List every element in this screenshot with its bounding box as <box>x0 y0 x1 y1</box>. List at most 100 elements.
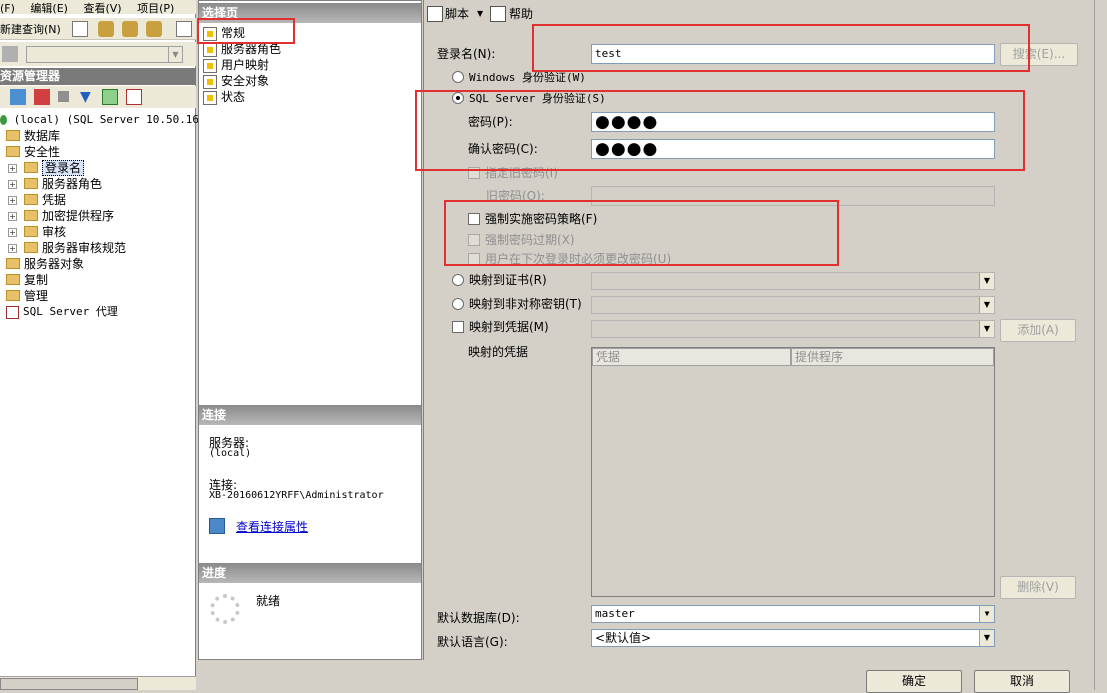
server-node[interactable]: (local) (SQL Server 10.50.1600 <box>0 112 212 128</box>
folder-icon <box>6 146 20 157</box>
delete-credential-button[interactable]: 删除(V) <box>1000 576 1076 599</box>
grid-header-provider[interactable]: 提供程序 <box>791 348 994 366</box>
xmla-query-icon[interactable] <box>146 21 162 37</box>
tree-node-label: 安全性 <box>24 145 61 159</box>
default-language-label: 默认语言(G): <box>437 635 508 649</box>
map-asymmetric-key-radio[interactable]: 映射到非对称密钥(T) <box>452 296 582 312</box>
page-securables[interactable]: 安全对象 <box>203 73 269 89</box>
tree-node-management[interactable]: 管理 <box>6 288 48 304</box>
page-user-mapping[interactable]: 用户映射 <box>203 57 269 73</box>
menu-project[interactable]: 项目(P) <box>137 0 174 14</box>
tree-node-crypto-providers[interactable]: + 加密提供程序 <box>8 208 114 224</box>
disconnect-icon[interactable] <box>34 89 50 105</box>
tree-node-databases[interactable]: 数据库 <box>6 128 60 144</box>
expand-icon[interactable]: + <box>8 228 17 237</box>
script-dropdown-icon[interactable]: ▼ <box>477 3 483 25</box>
help-icon <box>490 6 506 22</box>
certificate-combo[interactable]: ▼ <box>591 272 995 290</box>
windows-auth-radio[interactable]: Windows 身份验证(W) <box>452 70 586 86</box>
dialog-page-panel: 选择页 常规 服务器角色 用户映射 安全对象 状态 连接 服务器: (local… <box>198 0 422 660</box>
database-engine-query-icon[interactable] <box>98 21 114 37</box>
connection-properties-icon <box>209 518 225 534</box>
default-database-label: 默认数据库(D): <box>437 611 520 625</box>
tree-node-server-roles[interactable]: + 服务器角色 <box>8 176 102 192</box>
menu-view[interactable]: 查看(V) <box>83 0 121 14</box>
add-credential-button[interactable]: 添加(A) <box>1000 319 1076 342</box>
tree-node-audits[interactable]: + 审核 <box>8 224 66 240</box>
tree-node-sql-agent[interactable]: SQL Server 代理 <box>6 304 118 320</box>
default-database-combo[interactable]: master ▼ <box>591 605 995 623</box>
menu-edit[interactable]: 编辑(E) <box>30 0 68 14</box>
background-window-edge <box>1094 0 1107 690</box>
default-language-value: <默认值> <box>595 631 652 645</box>
stop-icon[interactable] <box>58 91 69 102</box>
tree-node-logins[interactable]: + 登录名 <box>8 160 85 176</box>
default-language-combo[interactable]: <默认值> ▼ <box>591 629 995 647</box>
report-icon[interactable] <box>126 89 142 105</box>
checkbox-icon <box>468 252 480 265</box>
tree-node-security[interactable]: 安全性 <box>6 144 60 160</box>
credential-combo[interactable]: ▼ <box>591 320 995 338</box>
agent-icon <box>6 305 19 319</box>
login-name-input[interactable]: test <box>591 44 995 64</box>
expand-icon[interactable]: + <box>8 180 17 189</box>
tree-node-server-objects[interactable]: 服务器对象 <box>6 256 84 272</box>
page-status[interactable]: 状态 <box>203 89 245 105</box>
enforce-policy-checkbox[interactable]: 强制实施密码策略(F) <box>468 211 597 227</box>
horizontal-scrollbar[interactable] <box>0 676 196 690</box>
ssms-main-window: (F) 编辑(E) 查看(V) 项目(P) 新建查询(N) ▼ 资源管理器 ▼ … <box>0 0 212 690</box>
script-button[interactable]: 脚本 <box>445 3 469 25</box>
view-connection-properties-link[interactable]: 查看连接属性 <box>236 518 308 535</box>
search-button[interactable]: 搜索(E)... <box>1000 43 1078 66</box>
must-change-checkbox[interactable]: 用户在下次登录时必须更改密码(U) <box>468 251 671 267</box>
folder-icon <box>24 162 38 173</box>
old-password-input[interactable] <box>591 186 995 206</box>
open-file-icon[interactable] <box>176 21 192 37</box>
default-database-value: master <box>595 607 635 620</box>
chevron-down-icon: ▼ <box>979 606 994 622</box>
filter-icon[interactable]: ▼ <box>80 89 96 105</box>
tree-node-audit-specs[interactable]: + 服务器审核规范 <box>8 240 126 256</box>
folder-icon <box>6 274 20 285</box>
page-general[interactable]: 常规 <box>203 25 245 41</box>
help-button[interactable]: 帮助 <box>509 3 533 25</box>
analysis-query-icon[interactable] <box>122 21 138 37</box>
password-input[interactable]: ●●●● <box>591 112 995 132</box>
expand-icon[interactable]: + <box>8 244 17 253</box>
available-databases-icon[interactable] <box>2 46 18 62</box>
new-query-button[interactable]: 新建查询(N) <box>0 21 61 37</box>
confirm-password-input[interactable]: ●●●● <box>591 139 995 159</box>
menu-file[interactable]: (F) <box>0 2 15 14</box>
refresh-icon[interactable] <box>102 89 118 105</box>
connection-header: 连接 <box>199 405 421 425</box>
expand-icon[interactable]: + <box>8 212 17 221</box>
mapped-credentials-label: 映射的凭据 <box>468 345 529 359</box>
login-name-label: 登录名(N): <box>437 47 496 61</box>
mapped-credentials-grid[interactable]: 凭据 提供程序 <box>591 347 995 597</box>
expand-icon[interactable]: + <box>8 164 17 173</box>
tree-node-replication[interactable]: 复制 <box>6 272 48 288</box>
map-certificate-radio[interactable]: 映射到证书(R) <box>452 272 547 288</box>
specify-old-password-checkbox[interactable]: 指定旧密码(I) <box>468 165 558 181</box>
tree-node-credentials[interactable]: + 凭据 <box>8 192 66 208</box>
connection-value: XB-20160612YRFF\Administrator <box>209 490 384 501</box>
server-icon <box>0 115 7 125</box>
expand-icon[interactable]: + <box>8 196 17 205</box>
available-databases-combo[interactable]: ▼ <box>26 46 183 63</box>
new-file-icon[interactable] <box>72 21 88 37</box>
scrollbar-thumb[interactable] <box>0 678 138 690</box>
password-label: 密码(P): <box>468 115 513 129</box>
page-server-roles[interactable]: 服务器角色 <box>203 41 281 57</box>
tree-node-label: 复制 <box>24 273 49 287</box>
checkbox-icon <box>452 320 464 333</box>
page-icon <box>203 42 217 57</box>
database-toolbar: ▼ <box>0 42 196 66</box>
sql-auth-radio[interactable]: SQL Server 身份验证(S) <box>452 91 606 107</box>
page-label: 常规 <box>221 26 246 40</box>
connect-icon[interactable] <box>10 89 26 105</box>
enforce-expiration-checkbox[interactable]: 强制密码过期(X) <box>468 232 575 248</box>
grid-header-credential[interactable]: 凭据 <box>592 348 791 366</box>
asymmetric-key-combo[interactable]: ▼ <box>591 296 995 314</box>
map-credential-checkbox[interactable]: 映射到凭据(M) <box>452 319 549 335</box>
object-explorer-title: 资源管理器 <box>0 68 196 85</box>
